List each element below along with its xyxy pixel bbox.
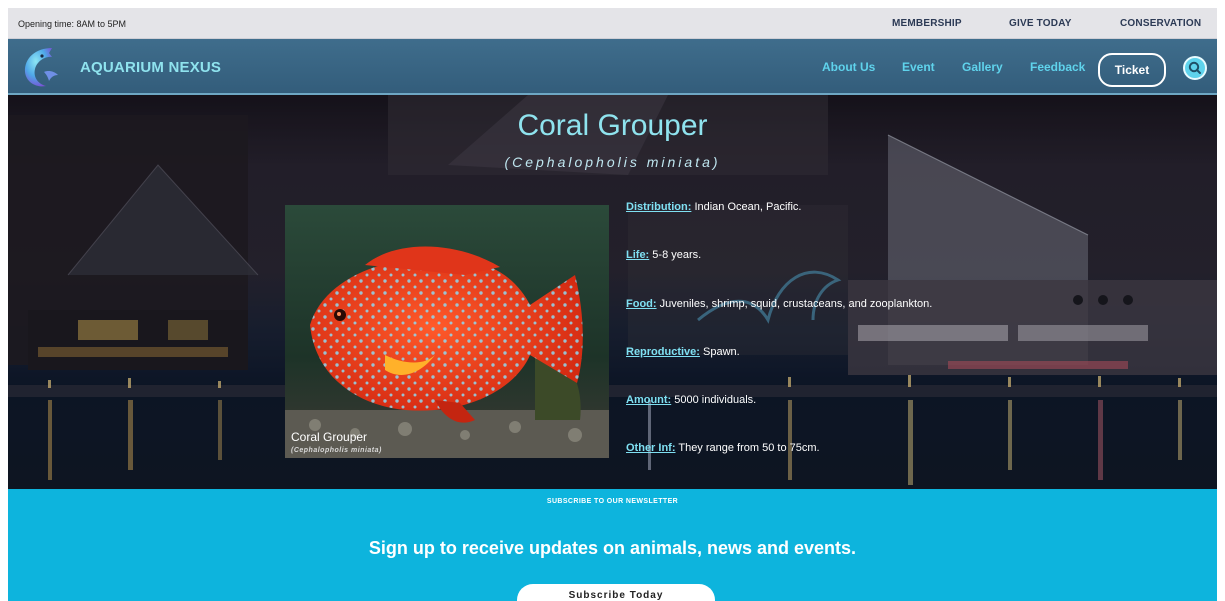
fact-life: Life: 5-8 years. <box>626 249 701 261</box>
opening-hours: Opening time: 8AM to 5PM <box>18 19 127 29</box>
subscribe-button[interactable]: Subscribe Today <box>517 584 715 601</box>
species-scientific-name: (Cephalopholis miniata) <box>504 154 721 170</box>
fact-value: Juveniles, shrimp, squid, crustaceans, a… <box>656 298 933 310</box>
fact-other-info: Other Inf: They range from 50 to 75cm. <box>626 442 820 454</box>
ticket-button[interactable]: Ticket <box>1098 53 1166 87</box>
fact-value: Spawn. <box>699 346 740 358</box>
fact-label[interactable]: Amount: <box>626 394 671 406</box>
newsletter-headline: Sign up to receive updates on animals, n… <box>368 538 857 558</box>
conservation-link[interactable]: CONSERVATION <box>1120 18 1201 29</box>
coral-grouper-image <box>285 205 609 458</box>
nav-feedback[interactable]: Feedback <box>1030 60 1085 74</box>
brand-name[interactable]: AQUARIUM NEXUS <box>80 59 221 76</box>
nav-about-us[interactable]: About Us <box>822 60 875 74</box>
dolphin-logo-icon[interactable] <box>18 44 64 90</box>
photo-caption: Coral Grouper <box>291 430 368 444</box>
fact-label[interactable]: Other Inf: <box>626 442 676 454</box>
search-button[interactable] <box>1183 56 1207 80</box>
species-photo: Coral Grouper (Cephalopholis miniata) <box>285 205 609 458</box>
fact-food: Food: Juveniles, shrimp, squid, crustace… <box>626 298 932 310</box>
membership-link[interactable]: MEMBERSHIP <box>892 18 962 29</box>
fact-value: 5-8 years. <box>649 249 702 261</box>
fact-label[interactable]: Reproductive: <box>626 346 700 358</box>
fact-label[interactable]: Life: <box>626 249 649 261</box>
fact-label[interactable]: Food: <box>626 298 657 310</box>
page: Opening time: 8AM to 5PM MEMBERSHIP GIVE… <box>8 8 1217 601</box>
photo-caption-scientific: (Cephalopholis miniata) <box>291 447 382 454</box>
nav-gallery[interactable]: Gallery <box>962 60 1003 74</box>
species-title: Coral Grouper <box>517 109 708 142</box>
fact-value: They range from 50 to 75cm. <box>675 442 820 454</box>
main-navbar: AQUARIUM NEXUS About Us Event Gallery Fe… <box>8 39 1217 95</box>
fact-reproductive: Reproductive: Spawn. <box>626 346 740 358</box>
nav-event[interactable]: Event <box>902 60 935 74</box>
top-utility-bar: Opening time: 8AM to 5PM MEMBERSHIP GIVE… <box>8 8 1217 39</box>
fact-distribution: Distribution: Indian Ocean, Pacific. <box>626 201 801 213</box>
newsletter-overline: SUBSCRIBE TO OUR NEWSLETTER <box>546 498 679 505</box>
fact-label[interactable]: Distribution: <box>626 201 691 213</box>
fact-value: 5000 individuals. <box>671 394 757 406</box>
give-today-link[interactable]: GIVE TODAY <box>1009 18 1072 29</box>
newsletter-section: SUBSCRIBE TO OUR NEWSLETTER Sign up to r… <box>8 489 1217 601</box>
hero-section: Coral Grouper (Cephalopholis miniata) Co… <box>8 95 1217 489</box>
search-icon <box>1188 61 1201 74</box>
fact-value: Indian Ocean, Pacific. <box>691 201 802 213</box>
fact-amount: Amount: 5000 individuals. <box>626 394 756 406</box>
